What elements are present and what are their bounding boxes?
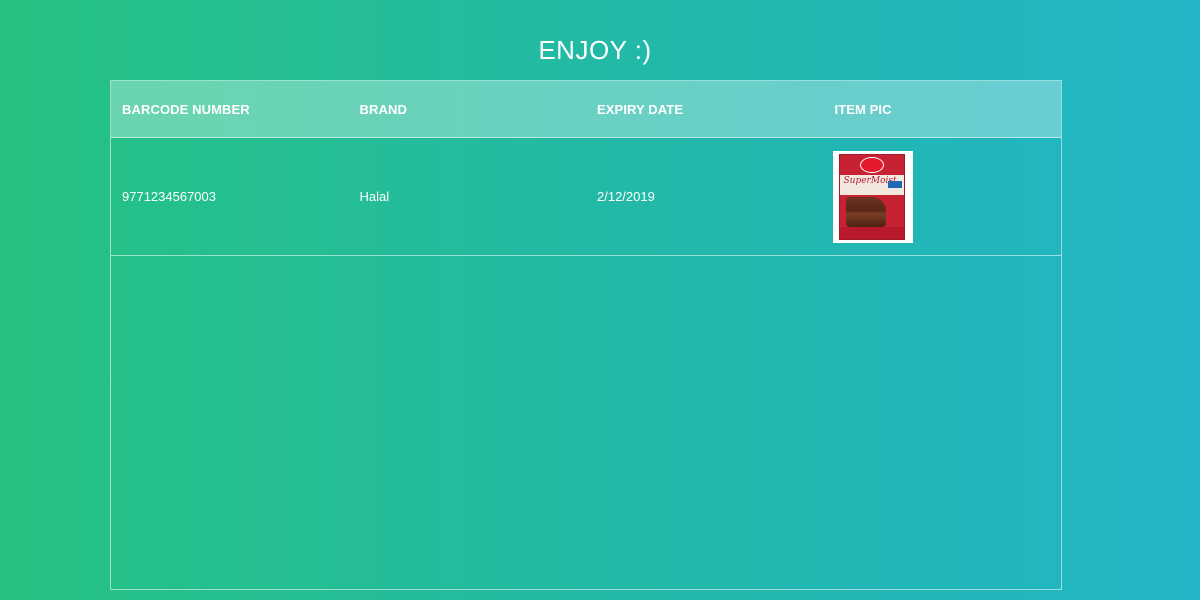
column-header-brand: BRAND (359, 101, 407, 117)
brand-logo-icon (859, 156, 884, 173)
cell-expiry: 2/12/2019 (597, 189, 655, 204)
items-table: BARCODE NUMBER BRAND EXPIRY DATE ITEM PI… (110, 80, 1062, 590)
table-row: 9771234567003 Halal 2/12/2019 SuperMoist (111, 138, 1061, 256)
cell-brand: Halal (359, 189, 390, 204)
page-title: ENJOY :) (538, 35, 652, 65)
cell-item-pic: SuperMoist (824, 150, 1062, 243)
cake-slice-icon (845, 196, 886, 227)
cake-mix-box: SuperMoist (838, 153, 905, 240)
column-header-barcode: BARCODE NUMBER (122, 101, 250, 117)
item-image: SuperMoist (832, 150, 913, 243)
table-header: BARCODE NUMBER BRAND EXPIRY DATE ITEM PI… (111, 81, 1061, 138)
column-header-expiry: EXPIRY DATE (597, 101, 684, 117)
cell-barcode: 9771234567003 (122, 189, 216, 204)
column-header-item-pic: ITEM PIC (834, 101, 892, 117)
